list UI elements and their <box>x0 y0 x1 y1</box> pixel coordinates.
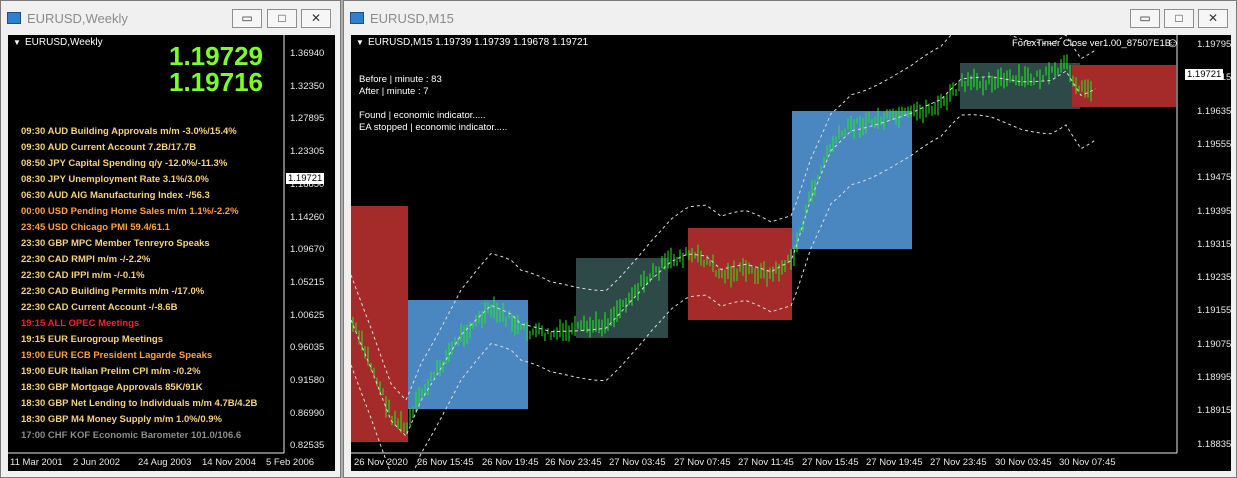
price-tick-label: 0.91580 <box>290 375 325 386</box>
news-item: 19:15 ALL OPEC Meetings <box>21 318 140 329</box>
weekly-dropdown-icon[interactable]: ▼ <box>13 38 21 47</box>
maximize-button[interactable]: □ <box>267 9 297 28</box>
session-box <box>960 63 1080 109</box>
time-tick-label: 2 Jun 2002 <box>73 457 121 468</box>
time-tick-label: 26 Nov 2020 <box>354 457 408 468</box>
m15-ohlc-label: EURUSD,M15 1.19739 1.19739 1.19678 1.197… <box>368 37 589 48</box>
maximize-button[interactable]: □ <box>1164 9 1194 28</box>
time-tick-label: 27 Nov 19:45 <box>866 457 923 468</box>
smiley-icon: ☺ <box>1166 35 1180 50</box>
weekly-chart-window[interactable]: EURUSD,Weekly ▭ □ ✕ ▼ EURUSD,Weekly 1.19… <box>0 0 341 478</box>
time-tick-label: 26 Nov 15:45 <box>417 457 474 468</box>
close-button[interactable]: ✕ <box>301 9 331 28</box>
price-tick-label: 1.32350 <box>290 80 325 92</box>
m15-chart-window[interactable]: EURUSD,M15 ▭ □ ✕ ▼ EURUSD,M15 1.19739 1.… <box>343 0 1237 478</box>
info-line: Before | minute : 83 <box>359 74 442 85</box>
time-tick-label: 27 Nov 07:45 <box>674 457 731 468</box>
price-tick-label: 1.19155 <box>1197 305 1232 317</box>
news-item: 19:15 EUR Eurogroup Meetings <box>21 334 163 345</box>
price-tick-label: 1.18915 <box>1197 405 1232 417</box>
news-item: 19:00 EUR Italian Prelim CPI m/m -/0.2% <box>21 366 201 377</box>
price-tick-label: 1.05215 <box>290 276 325 288</box>
time-tick-label: 26 Nov 23:45 <box>545 457 602 468</box>
price-tick-label: 1.09670 <box>290 244 325 256</box>
m15-window-titlebar[interactable]: EURUSD,M15 ▭ □ ✕ <box>344 1 1236 35</box>
time-tick-label: 27 Nov 03:45 <box>609 457 666 468</box>
price-tick-label: 1.19635 <box>1197 105 1232 117</box>
news-item: 18:30 GBP Net Lending to Individuals m/m… <box>21 398 258 409</box>
close-button[interactable]: ✕ <box>1198 9 1228 28</box>
price-tick-label: 1.18995 <box>1197 372 1232 383</box>
time-tick-label: 26 Nov 19:45 <box>482 457 539 468</box>
price-tick-label: 1.19555 <box>1197 138 1232 150</box>
time-tick-label: 27 Nov 11:45 <box>738 457 794 468</box>
price-tick-label: 0.86990 <box>290 407 325 419</box>
chart-window-icon <box>350 12 364 24</box>
news-item: 19:00 EUR ECB President Lagarde Speaks <box>21 350 213 361</box>
news-item: 22:30 CAD Current Account -/-8.6B <box>21 302 178 313</box>
m15-dropdown-icon[interactable]: ▼ <box>356 38 364 47</box>
news-item: 17:00 CHF KOF Economic Barometer 101.0/1… <box>21 430 242 441</box>
price-tick-label: 1.19315 <box>1197 238 1232 250</box>
news-item: 23:30 GBP MPC Member Tenreyro Speaks <box>21 238 210 249</box>
weekly-window-title: EURUSD,Weekly <box>27 11 128 26</box>
time-tick-label: 14 Nov 2004 <box>202 457 256 468</box>
news-item: 22:30 CAD RMPI m/m -/-2.2% <box>21 254 151 265</box>
price-tick-label: 1.19795 <box>1197 39 1232 50</box>
time-tick-label: 27 Nov 15:45 <box>802 457 859 468</box>
price-tick-label: 1.00625 <box>290 309 325 321</box>
time-tick-label: 30 Nov 07:45 <box>1059 457 1116 468</box>
ask-price-large: 1.19716 <box>169 67 263 97</box>
news-item: 00:00 USD Pending Home Sales m/m 1.1%/-2… <box>21 206 239 217</box>
m15-chart-canvas[interactable] <box>351 35 1231 471</box>
session-box <box>792 111 912 249</box>
minimize-button[interactable]: ▭ <box>1130 9 1160 28</box>
m15-current-price-label: 1.19721 <box>1185 69 1224 80</box>
price-tick-label: 1.18835 <box>1197 438 1232 450</box>
minimize-button[interactable]: ▭ <box>232 9 262 28</box>
news-item: 08:30 JPY Unemployment Rate 3.1%/3.0% <box>21 174 209 185</box>
price-tick-label: 1.19075 <box>1197 338 1232 350</box>
weekly-current-price-label: 1.19721 <box>286 173 325 184</box>
news-item: 22:30 CAD Building Permits m/m -/17.0% <box>21 286 205 297</box>
info-line: After | minute : 7 <box>359 86 429 97</box>
price-tick-label: 1.19235 <box>1197 272 1232 284</box>
price-tick-label: 0.96035 <box>290 342 325 354</box>
price-tick-label: 1.19475 <box>1197 172 1232 184</box>
info-line: EA stopped | economic indicator..... <box>359 122 508 133</box>
price-tick-label: 1.14260 <box>290 211 325 223</box>
price-tick-label: 1.19395 <box>1197 205 1232 217</box>
info-line: Found | economic indicator..... <box>359 110 486 121</box>
news-item: 09:30 AUD Building Approvals m/m -3.0%/1… <box>21 126 237 137</box>
price-tick-label: 1.36940 <box>290 48 325 59</box>
price-tick-label: 1.23305 <box>290 146 325 158</box>
time-tick-label: 24 Aug 2003 <box>138 457 192 468</box>
m15-window-title: EURUSD,M15 <box>370 11 454 26</box>
news-item: 08:50 JPY Capital Spending q/y -12.0%/-1… <box>21 158 228 169</box>
news-item: 18:30 GBP M4 Money Supply m/m 1.0%/0.9% <box>21 414 222 425</box>
time-tick-label: 27 Nov 23:45 <box>930 457 987 468</box>
price-tick-label: 0.82535 <box>290 440 325 452</box>
m15-chart-plot <box>351 35 1178 471</box>
weekly-symbol-label: EURUSD,Weekly <box>25 37 103 48</box>
session-box <box>688 228 792 320</box>
chart-window-icon <box>7 12 21 24</box>
indicator-label: ForexTimer Close ver1.00_87507E1B <box>1012 38 1172 49</box>
time-tick-label: 11 Mar 2001 <box>10 457 63 468</box>
session-box <box>351 206 408 442</box>
time-tick-label: 30 Nov 03:45 <box>995 457 1052 468</box>
weekly-window-titlebar[interactable]: EURUSD,Weekly ▭ □ ✕ <box>1 1 340 35</box>
bid-price-large: 1.19729 <box>169 41 263 71</box>
news-item: 23:45 USD Chicago PMI 59.4/61.1 <box>21 222 170 233</box>
news-item: 22:30 CAD IPPI m/m -/-0.1% <box>21 270 145 281</box>
price-tick-label: 1.27895 <box>290 113 325 125</box>
time-tick-label: 5 Feb 2006 <box>266 457 315 468</box>
news-item: 06:30 AUD AIG Manufacturing Index -/56.3 <box>21 190 210 201</box>
news-item: 09:30 AUD Current Account 7.2B/17.7B <box>21 142 197 153</box>
news-item: 18:30 GBP Mortgage Approvals 85K/91K <box>21 382 203 393</box>
